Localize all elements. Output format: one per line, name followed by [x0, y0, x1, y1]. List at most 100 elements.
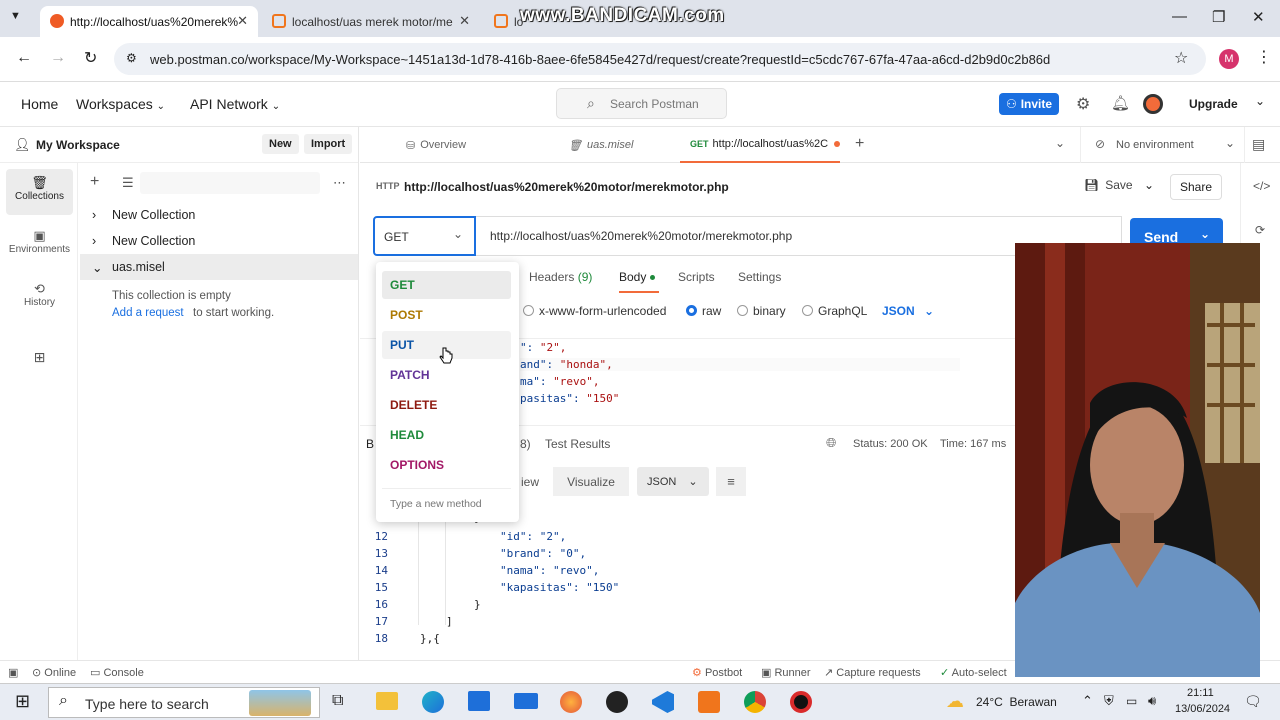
postbot-button[interactable]: ⚙ Postbot	[692, 666, 742, 679]
search-input[interactable]: ⌕ Search Postman	[556, 88, 727, 119]
profile-avatar[interactable]: M	[1219, 49, 1239, 69]
collection-item[interactable]: › New Collection	[80, 228, 358, 254]
rail-more[interactable]: ⊞	[6, 343, 73, 389]
auto-select-button[interactable]: ✓ Auto-select	[940, 666, 1007, 679]
security-icon[interactable]: ⛨	[1104, 693, 1114, 709]
window-close-icon[interactable]: ✕	[1252, 8, 1265, 26]
forward-icon[interactable]: →	[50, 49, 66, 67]
vscode-icon[interactable]	[652, 691, 674, 713]
collection-search-field[interactable]	[140, 172, 320, 194]
method-option-post[interactable]: POST	[382, 301, 511, 329]
import-button[interactable]: Import	[304, 134, 353, 154]
collection-item[interactable]: › New Collection	[80, 202, 358, 228]
nav-workspaces[interactable]: Workspaces ⌄	[76, 96, 165, 112]
capture-requests-button[interactable]: ↗ Capture requests	[824, 666, 921, 679]
battery-icon[interactable]: ▭	[1126, 694, 1137, 708]
browser-tab[interactable]: localhost/uas merek motor/me ✕	[262, 6, 480, 37]
clock-date[interactable]: 13/06/2024	[1175, 703, 1230, 715]
environment-selector[interactable]: ⊘ No environment ⌄	[1080, 127, 1245, 163]
response-body-tab[interactable]: B	[366, 437, 374, 451]
collection-item-selected[interactable]: ⌄ uas.misel	[80, 254, 358, 280]
method-option-delete[interactable]: DELETE	[382, 391, 511, 419]
notifications-icon[interactable]: 🗨︎	[1244, 693, 1262, 710]
wrap-lines-icon[interactable]: ≡	[716, 467, 746, 496]
edge-icon[interactable]	[422, 691, 444, 713]
volume-icon[interactable]: 🔊︎	[1148, 693, 1156, 709]
bookmark-star-icon[interactable]: ☆	[1174, 48, 1188, 68]
send-dropdown-icon[interactable]: ⌄	[1200, 227, 1210, 241]
restore-icon[interactable]: ❐	[1212, 8, 1225, 26]
toggle-sidebar-icon[interactable]: ▣	[8, 666, 18, 679]
filter-icon[interactable]: ☰	[122, 175, 134, 191]
store-icon[interactable]	[468, 691, 490, 711]
tab-scripts[interactable]: Scripts	[678, 270, 715, 284]
console-button[interactable]: ▭ Console	[90, 666, 144, 679]
rail-environments[interactable]: ▣ Environments	[6, 222, 73, 268]
tab-request-active[interactable]: GET http://localhost/uas%2C	[680, 127, 840, 163]
reload-icon[interactable]: ↻	[84, 48, 97, 68]
binary-radio[interactable]: binary	[737, 304, 786, 318]
close-icon[interactable]: ✕	[459, 13, 470, 29]
task-view-icon[interactable]: ⧉	[332, 692, 343, 710]
nav-api-network[interactable]: API Network ⌄	[190, 96, 280, 112]
github-icon[interactable]	[606, 691, 628, 713]
runner-button[interactable]: ▣ Runner	[761, 666, 811, 679]
online-status[interactable]: ⊙ Online	[32, 666, 76, 679]
more-options-icon[interactable]: ⋯	[333, 175, 346, 191]
add-collection-icon[interactable]: +	[90, 173, 99, 191]
method-select[interactable]: GET ⌄	[373, 216, 476, 256]
url-bar[interactable]: ⚙ web.postman.co/workspace/My-Workspace~…	[114, 43, 1206, 75]
chevron-down-icon[interactable]: ⌄	[1255, 94, 1265, 108]
tab-collection[interactable]: 🗑︎ uas.misel	[568, 127, 633, 163]
rail-history[interactable]: ⟲ History	[6, 275, 73, 321]
code-snippet-icon[interactable]: </>	[1253, 179, 1270, 193]
tab-overview[interactable]: ⛁ Overview	[406, 127, 466, 163]
xampp-icon[interactable]	[698, 691, 720, 713]
weather-text[interactable]: 24°C Berawan	[976, 695, 1057, 709]
tab-list-button[interactable]: ▼	[10, 10, 21, 22]
clock-time[interactable]: 21:11	[1187, 687, 1214, 699]
save-button[interactable]: 💾︎ Save	[1084, 178, 1133, 192]
nav-home[interactable]: Home	[21, 96, 58, 112]
tab-test-results[interactable]: Test Results	[545, 437, 610, 451]
environment-quick-look-icon[interactable]: ▤	[1252, 136, 1265, 153]
share-button[interactable]: Share	[1170, 174, 1222, 200]
new-button[interactable]: New	[262, 134, 299, 154]
bandicam-icon[interactable]	[790, 691, 812, 713]
tab-headers[interactable]: Headers (9)	[529, 270, 592, 284]
body-format-select[interactable]: JSON ⌄	[882, 304, 934, 318]
tabs-dropdown-icon[interactable]: ⌄	[1055, 136, 1065, 150]
method-option-get[interactable]: GET	[382, 271, 511, 299]
graphql-radio[interactable]: GraphQL	[802, 304, 867, 318]
chrome-icon[interactable]	[744, 691, 766, 713]
new-tab-icon[interactable]: +	[855, 135, 864, 153]
browser-menu-icon[interactable]: ⋮	[1256, 47, 1272, 67]
upgrade-button[interactable]: Upgrade	[1189, 97, 1238, 111]
notification-bell-icon[interactable]: 🔔︎	[1111, 94, 1130, 112]
preview-tab[interactable]: iew	[521, 475, 539, 489]
response-body[interactable]: { 12"id": "2", 13"brand": "0", 14"nama":…	[360, 505, 1015, 660]
taskbar-search-input[interactable]: ⌕ Type here to search	[48, 687, 320, 718]
invite-button[interactable]: ⚇ Invite	[999, 93, 1059, 115]
method-option-head[interactable]: HEAD	[382, 421, 511, 449]
windows-start-icon[interactable]: ⊞	[15, 691, 30, 712]
related-icon[interactable]: ⟳	[1255, 223, 1265, 237]
raw-radio[interactable]: raw	[686, 304, 721, 318]
firefox-icon[interactable]	[560, 691, 582, 713]
user-avatar[interactable]	[1143, 94, 1163, 114]
response-format-select[interactable]: JSON ⌄	[637, 467, 709, 496]
minimize-icon[interactable]: —	[1172, 8, 1187, 25]
back-icon[interactable]: ←	[16, 49, 32, 67]
settings-gear-icon[interactable]: ⚙	[1076, 94, 1090, 114]
rail-collections[interactable]: 🗑︎ Collections	[6, 169, 73, 215]
save-dropdown-icon[interactable]: ⌄	[1144, 178, 1154, 192]
response-headers-count[interactable]: 8)	[520, 437, 531, 451]
tray-chevron-icon[interactable]: ⌃	[1082, 693, 1093, 709]
tab-settings[interactable]: Settings	[738, 270, 781, 284]
urlencoded-radio[interactable]: x-www-form-urlencoded	[523, 304, 666, 318]
site-info-icon[interactable]: ⚙	[126, 51, 137, 65]
browser-tab-active[interactable]: http://localhost/uas%20merek% ✕	[40, 6, 258, 37]
new-method-input[interactable]: Type a new method	[382, 488, 511, 516]
file-explorer-icon[interactable]	[376, 692, 398, 710]
add-request-link[interactable]: Add a request	[112, 307, 184, 319]
